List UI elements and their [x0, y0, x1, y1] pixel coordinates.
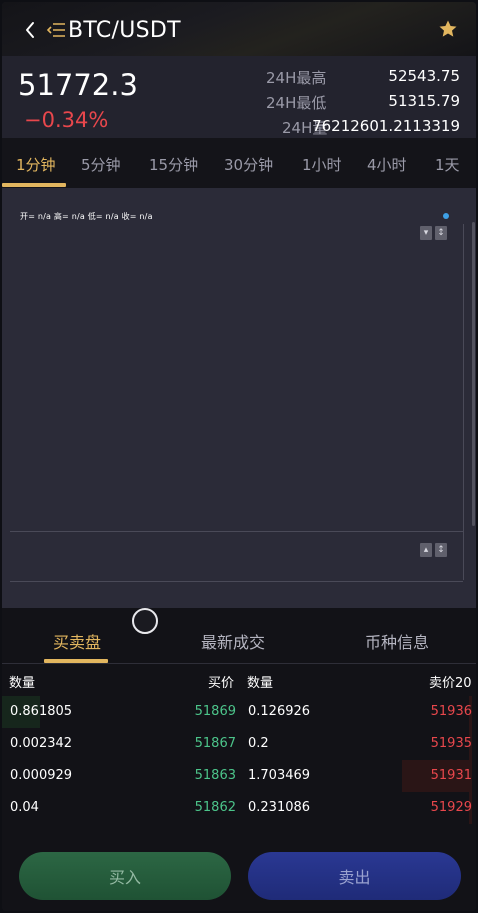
sell-price: 51936: [430, 704, 472, 719]
interval-tab-1h[interactable]: 1小时: [302, 154, 342, 175]
interval-tab-1m[interactable]: 1分钟: [16, 154, 56, 175]
low-value: 51315.79: [388, 92, 460, 110]
buy-qty-header: 数量: [9, 676, 36, 691]
active-interval-indicator: [2, 183, 66, 187]
buy-price: 51867: [194, 736, 236, 751]
tab-divider: [2, 663, 476, 664]
interval-tab-4h[interactable]: 4小时: [367, 154, 407, 175]
buy-price: 51869: [194, 704, 236, 719]
bottom-panel: 买卖盘 最新成交 币种信息 数量 买价 数量 卖价20 0.861805 5186…: [2, 608, 476, 911]
tab-orderbook[interactable]: 买卖盘: [53, 629, 101, 653]
back-button[interactable]: [20, 18, 40, 42]
volume-value: 76212601.2113319: [312, 117, 460, 135]
buy-button[interactable]: 买入: [19, 852, 231, 900]
high-label: 24H最高: [266, 69, 327, 87]
buy-qty: 0.000929: [10, 768, 73, 783]
list-menu-icon[interactable]: [46, 22, 66, 38]
sell-price-header: 卖价20: [429, 676, 472, 691]
chevron-left-icon: [26, 22, 34, 38]
sell-price: 51929: [430, 800, 472, 815]
sell-price: 51931: [430, 768, 472, 783]
sell-button[interactable]: 卖出: [248, 852, 461, 900]
buy-price-header: 买价: [208, 676, 235, 691]
buy-price: 51863: [194, 768, 236, 783]
buy-qty: 0.861805: [10, 704, 73, 719]
last-price: 51772.3: [18, 68, 138, 102]
sell-qty: 1.703469: [248, 768, 311, 783]
kline-chart[interactable]: 开= n/a 高= n/a 低= n/a 收= n/a ▾ ↕ ▴ ↕: [2, 188, 476, 608]
sell-qty: 0.2: [248, 736, 269, 751]
orderbook-row[interactable]: 0.002342 51867 0.2 51935: [2, 728, 476, 760]
interval-tab-15m[interactable]: 15分钟: [149, 154, 198, 175]
volume-scale-up-icon[interactable]: ▴: [420, 543, 432, 557]
interval-tabs: 1分钟 5分钟 15分钟 30分钟 1小时 4小时 1天: [2, 138, 476, 188]
touch-indicator-icon: [132, 608, 158, 634]
ticker-panel: 51772.3 −0.34% 24H最高 52543.75 24H最低 5131…: [2, 56, 476, 138]
chart-status-dot: [443, 213, 449, 219]
interval-tab-1d[interactable]: 1天: [435, 154, 460, 175]
buy-qty: 0.002342: [10, 736, 73, 751]
top-bar: BTC/USDT: [2, 2, 476, 56]
chart-scale-icon[interactable]: ↕: [435, 226, 447, 240]
buy-price: 51862: [194, 800, 236, 815]
change-percent: −0.34%: [24, 108, 109, 132]
sell-qty: 0.231086: [248, 800, 311, 815]
chart-scale-down-icon[interactable]: ▾: [420, 226, 432, 240]
tab-latest-trades[interactable]: 最新成交: [201, 629, 265, 653]
chart-bottom-line: [10, 581, 463, 582]
orderbook-row[interactable]: 0.861805 51869 0.126926 51936: [2, 696, 476, 728]
sell-qty: 0.126926: [248, 704, 311, 719]
volume-scale-icon[interactable]: ↕: [435, 543, 447, 557]
interval-tab-30m[interactable]: 30分钟: [224, 154, 273, 175]
orderbook-row[interactable]: 0.04 51862 0.231086 51929: [2, 792, 476, 824]
price-axis-line: [463, 224, 464, 580]
high-value: 52543.75: [388, 67, 460, 85]
chart-scrollbar[interactable]: [472, 222, 475, 526]
orderbook-row[interactable]: 0.000929 51863 1.703469 51931: [2, 760, 476, 792]
pair-title[interactable]: BTC/USDT: [68, 18, 181, 43]
tab-coin-info[interactable]: 币种信息: [365, 629, 429, 653]
buy-qty: 0.04: [10, 800, 39, 815]
star-icon[interactable]: [438, 19, 458, 39]
app-frame: BTC/USDT 51772.3 −0.34% 24H最高 52543.75 2…: [2, 2, 476, 911]
chart-divider-line: [10, 531, 463, 532]
ohlc-readout: 开= n/a 高= n/a 低= n/a 收= n/a: [20, 212, 153, 221]
interval-tab-5m[interactable]: 5分钟: [81, 154, 121, 175]
sell-price: 51935: [430, 736, 472, 751]
low-label: 24H最低: [266, 94, 327, 112]
sell-qty-header: 数量: [247, 676, 274, 691]
